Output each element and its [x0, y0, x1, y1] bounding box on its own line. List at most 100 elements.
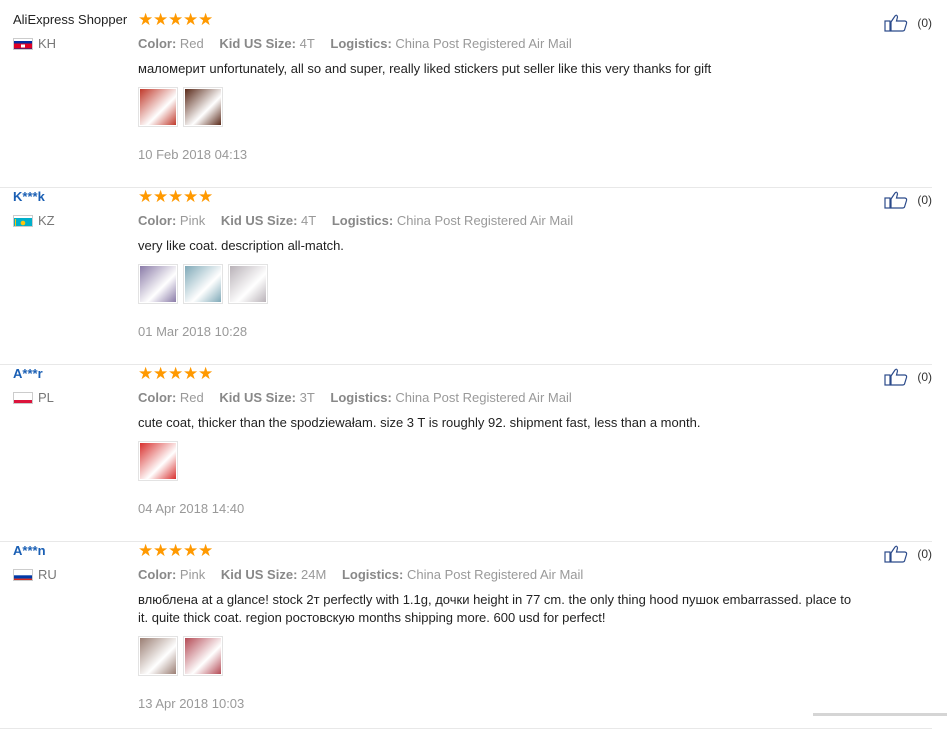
reviewer-country: RU	[13, 567, 57, 582]
color-value: Pink	[179, 567, 206, 582]
reviewer-country: KH	[13, 36, 56, 51]
order-attributes: Color: Red Kid US Size: 3T Logistics: Ch…	[138, 390, 858, 405]
star-icon: ★	[138, 187, 154, 206]
star-icon: ★	[183, 10, 199, 29]
review-photos	[138, 87, 858, 127]
reviewer-info: A***r PL	[13, 366, 138, 405]
review-item: A***n RU ★ ★ ★ ★ ★ Color: Pink Kid US Size: …	[0, 541, 932, 729]
size-label: Kid US Size:	[219, 390, 296, 405]
star-icon: ★	[168, 364, 184, 383]
review-content: ★ ★ ★ ★ ★ Color: Red Kid US Size: 3T Logisti…	[138, 364, 858, 516]
review-date: 04 Apr 2018 14:40	[138, 501, 245, 516]
thumbs-up-icon[interactable]	[884, 368, 908, 386]
review-content: ★ ★ ★ ★ ★ Color: Red Kid US Size: 4T Logisti…	[138, 10, 858, 162]
reviewer-name[interactable]: A***n	[13, 543, 138, 559]
thumbs-up-icon[interactable]	[884, 191, 908, 209]
star-icon: ★	[138, 10, 154, 29]
helpful-count: (0)	[917, 370, 932, 384]
color-label: Color:	[138, 213, 177, 228]
thumbs-up-icon[interactable]	[884, 545, 908, 563]
star-icon: ★	[198, 10, 214, 29]
review-photo-thumbnail[interactable]	[138, 441, 178, 481]
order-attributes: Color: Pink Kid US Size: 4T Logistics: C…	[138, 213, 858, 228]
star-icon: ★	[138, 364, 154, 383]
review-text: very like coat. description all-match.	[138, 238, 344, 253]
helpful-button[interactable]: (0)	[884, 14, 932, 32]
review-content: ★ ★ ★ ★ ★ Color: Pink Kid US Size: 4T Logist…	[138, 187, 858, 339]
review-photo-thumbnail[interactable]	[138, 636, 178, 676]
review-item: A***r PL ★ ★ ★ ★ ★ Color: Red Kid US Size: 3…	[0, 364, 932, 542]
reviewer-country: PL	[13, 390, 54, 405]
star-icon: ★	[183, 187, 199, 206]
logistics-label: Logistics:	[330, 390, 392, 405]
review-photo-thumbnail[interactable]	[138, 87, 178, 127]
country-flag-icon	[13, 214, 33, 227]
country-code: KZ	[38, 213, 55, 228]
logistics-value: China Post Registered Air Mail	[395, 390, 572, 405]
star-icon: ★	[153, 10, 169, 29]
logistics-label: Logistics:	[330, 36, 392, 51]
color-value: Pink	[179, 213, 206, 228]
star-icon: ★	[198, 541, 214, 560]
review-date: 13 Apr 2018 10:03	[138, 696, 245, 711]
color-label: Color:	[138, 36, 177, 51]
thumbs-up-icon[interactable]	[884, 14, 908, 32]
logistics-value: China Post Registered Air Mail	[395, 36, 572, 51]
logistics-value: China Post Registered Air Mail	[396, 213, 574, 228]
reviewer-info: K***k KZ	[13, 189, 138, 228]
star-icon: ★	[153, 364, 169, 383]
review-item: K***k KZ ★ ★ ★ ★ ★ Color: Pink Kid US Size: …	[0, 187, 932, 365]
country-flag-icon	[13, 568, 33, 581]
reviewer-name[interactable]: A***r	[13, 366, 138, 382]
review-text: cute coat, thicker than the spodziewałam…	[138, 415, 701, 430]
logistics-label: Logistics:	[331, 213, 394, 228]
review-content: ★ ★ ★ ★ ★ Color: Pink Kid US Size: 24M Logis…	[138, 541, 858, 711]
review-photos	[138, 264, 858, 304]
country-flag-icon	[13, 391, 33, 404]
country-code: PL	[38, 390, 54, 405]
logistics-value: China Post Registered Air Mail	[406, 567, 584, 582]
review-date: 01 Mar 2018 10:28	[138, 324, 248, 339]
reviewer-name[interactable]: K***k	[13, 189, 138, 205]
review-photo-thumbnail[interactable]	[138, 264, 178, 304]
review-photo-thumbnail[interactable]	[183, 87, 223, 127]
size-value: 3T	[299, 390, 315, 405]
star-icon: ★	[198, 187, 214, 206]
helpful-count: (0)	[917, 547, 932, 561]
helpful-count: (0)	[917, 193, 932, 207]
star-rating: ★ ★ ★ ★ ★	[138, 187, 858, 206]
review-photo-thumbnail[interactable]	[228, 264, 268, 304]
star-icon: ★	[168, 541, 184, 560]
star-icon: ★	[138, 541, 154, 560]
color-label: Color:	[138, 567, 177, 582]
size-value: 24M	[301, 567, 327, 582]
helpful-button[interactable]: (0)	[884, 191, 932, 209]
color-value: Red	[179, 390, 204, 405]
country-code: KH	[38, 36, 57, 51]
order-attributes: Color: Pink Kid US Size: 24M Logistics: …	[138, 567, 858, 582]
size-label: Kid US Size:	[219, 36, 296, 51]
helpful-count: (0)	[917, 16, 932, 30]
star-rating: ★ ★ ★ ★ ★	[138, 364, 858, 383]
reviewer-info: A***n RU	[13, 543, 138, 582]
star-icon: ★	[198, 364, 214, 383]
review-photo-thumbnail[interactable]	[183, 636, 223, 676]
review-text: влюблена at a glance! stock 2т perfectly…	[138, 592, 852, 625]
review-photo-thumbnail[interactable]	[183, 264, 223, 304]
reviewer-info: AliExpress Shopper KH	[13, 12, 138, 51]
review-photos	[138, 636, 858, 676]
order-attributes: Color: Red Kid US Size: 4T Logistics: Ch…	[138, 36, 858, 51]
review-text: маломерит unfortunately, all so and supe…	[138, 61, 712, 76]
helpful-button[interactable]: (0)	[884, 368, 932, 386]
helpful-button[interactable]: (0)	[884, 545, 932, 563]
color-label: Color:	[138, 390, 177, 405]
country-code: RU	[38, 567, 57, 582]
star-rating: ★ ★ ★ ★ ★	[138, 541, 858, 560]
color-value: Red	[179, 36, 204, 51]
star-icon: ★	[168, 10, 184, 29]
star-rating: ★ ★ ★ ★ ★	[138, 10, 858, 29]
size-value: 4T	[301, 213, 317, 228]
reviewer-name: AliExpress Shopper	[13, 12, 128, 27]
star-icon: ★	[153, 541, 169, 560]
size-label: Kid US Size:	[220, 567, 298, 582]
